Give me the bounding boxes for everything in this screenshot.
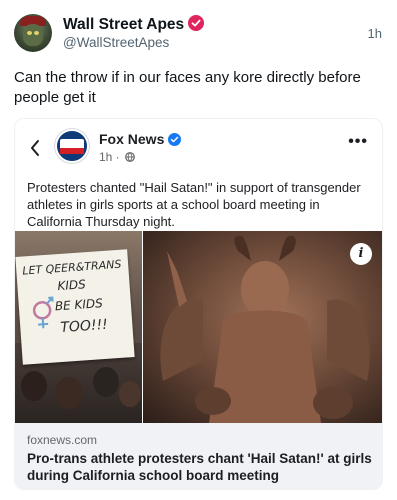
avatar-face — [23, 24, 43, 46]
crowd-head — [55, 377, 83, 409]
post-photo[interactable]: LET QEER&TRANS KIDS BE KIDS TOO!!! i — [15, 231, 382, 423]
fox-news-logo-icon[interactable] — [55, 129, 89, 163]
crowd-head — [93, 367, 119, 397]
avatar-eye — [27, 31, 32, 35]
globe-icon — [125, 152, 135, 162]
link-title[interactable]: Pro-trans athlete protesters chant 'Hail… — [27, 450, 372, 484]
protest-photo: LET QEER&TRANS KIDS BE KIDS TOO!!! — [15, 231, 143, 423]
statue-silhouette — [160, 235, 370, 423]
fox-logo-stripe — [60, 148, 84, 154]
gender-symbol-icon — [32, 296, 54, 329]
link-domain: foxnews.com — [27, 433, 98, 447]
crowd-head — [119, 381, 141, 407]
tweet-time[interactable]: 1h — [368, 26, 382, 41]
sign-line: LET QEER&TRANS — [21, 257, 122, 278]
avatar-eye — [34, 31, 39, 35]
info-icon[interactable]: i — [350, 243, 372, 265]
page-name-text: Fox News — [99, 131, 165, 147]
display-name-text: Wall Street Apes — [63, 16, 185, 33]
link-preview[interactable]: foxnews.com Pro-trans athlete protesters… — [15, 423, 382, 489]
user-handle[interactable]: @WallStreetApes — [63, 35, 169, 50]
sign-line: BE KIDS — [54, 296, 104, 314]
statue-photo — [143, 231, 382, 423]
page-name[interactable]: Fox News — [99, 131, 182, 147]
verified-badge-icon — [188, 15, 205, 31]
protest-sign: LET QEER&TRANS KIDS BE KIDS TOO!!! — [15, 249, 135, 365]
embedded-facebook-post[interactable]: Fox News 1h · ••• Protesters chanted "Ha… — [14, 118, 383, 490]
verified-badge-icon — [168, 133, 182, 146]
post-meta: 1h · — [99, 150, 135, 164]
crowd-head — [21, 371, 47, 401]
sign-line: TOO!!! — [59, 316, 109, 337]
display-name[interactable]: Wall Street Apes — [63, 15, 205, 34]
post-time: 1h · — [99, 150, 120, 164]
more-options-icon[interactable]: ••• — [348, 133, 368, 151]
tweet-text: Can the throw if in our faces any kore d… — [14, 69, 361, 106]
facebook-post-text: Protesters chanted "Hail Satan!" in supp… — [27, 180, 361, 229]
avatar[interactable] — [14, 14, 52, 52]
tweet-header: Wall Street Apes @WallStreetApes 1h — [14, 12, 384, 56]
sign-line: KIDS — [57, 277, 87, 294]
chevron-left-icon[interactable] — [29, 137, 41, 163]
